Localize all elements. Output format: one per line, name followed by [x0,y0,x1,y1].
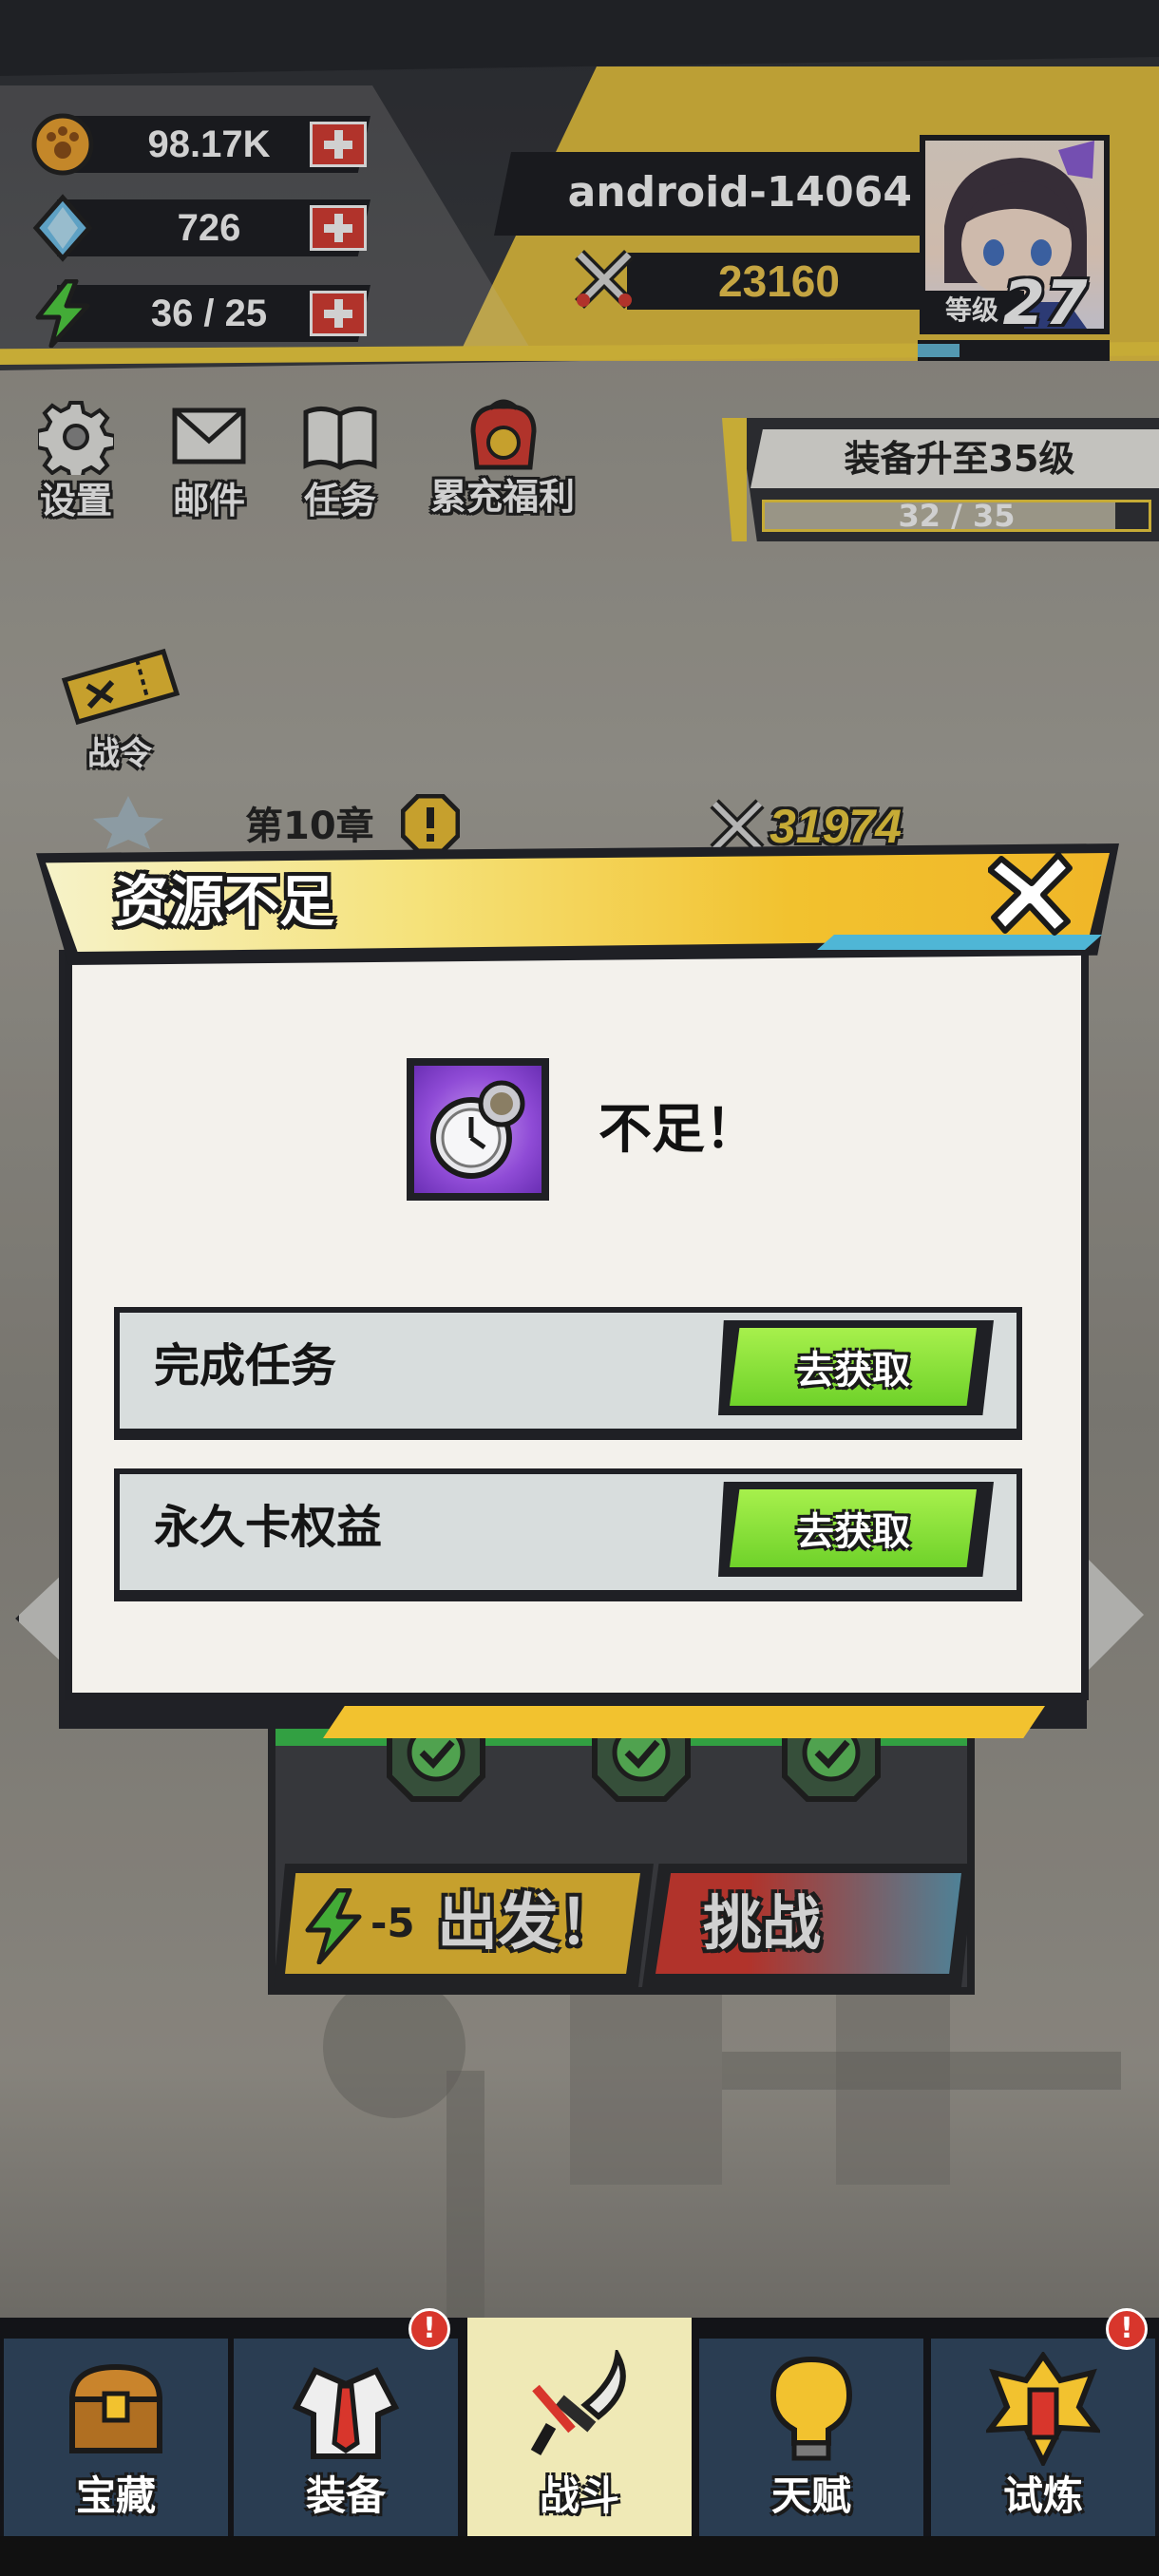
tab-battle-label: 战斗 [539,2472,619,2519]
stopwatch-item-icon [414,1066,542,1193]
treasure-chest-icon [59,2352,173,2466]
obtain-button-label: 去获取 [796,1349,910,1392]
option-row: 完成任务 去获取 [114,1307,1022,1440]
obtain-button-label: 去获取 [796,1510,910,1554]
obtain-button[interactable]: 去获取 [730,1328,977,1406]
tab-equipment[interactable]: 装备 [234,2339,458,2538]
sword-icon [522,2346,636,2464]
tab-battle[interactable]: 战斗 [467,2318,692,2538]
tab-trial-label: 试炼 [1002,2472,1083,2519]
tab-talent[interactable]: 天赋 [699,2339,923,2538]
notification-badge: ! [1106,2308,1148,2350]
tab-trial[interactable]: 试炼 [931,2339,1155,2538]
uniform-icon [289,2352,403,2466]
dialog-title: 资源不足 [114,869,335,934]
obtain-button[interactable]: 去获取 [730,1489,977,1567]
dialog-title-accent [817,935,1102,950]
tab-talent-label: 天赋 [770,2472,851,2519]
option-row: 永久卡权益 去获取 [114,1468,1022,1601]
option-label: 完成任务 [154,1339,337,1392]
tab-equipment-label: 装备 [305,2472,386,2519]
notification-badge: ! [408,2308,450,2350]
lightbulb-icon [754,2352,868,2466]
system-bar [0,2536,1159,2576]
trial-emblem-icon [983,2350,1103,2469]
tab-treasure-label: 宝藏 [75,2472,156,2519]
dialog-bottom-accent [323,1706,1045,1738]
close-icon[interactable] [987,849,1075,937]
option-label: 永久卡权益 [154,1501,383,1554]
insufficient-message: 不足！ [598,1099,758,1161]
tab-treasure[interactable]: 宝藏 [4,2339,228,2538]
